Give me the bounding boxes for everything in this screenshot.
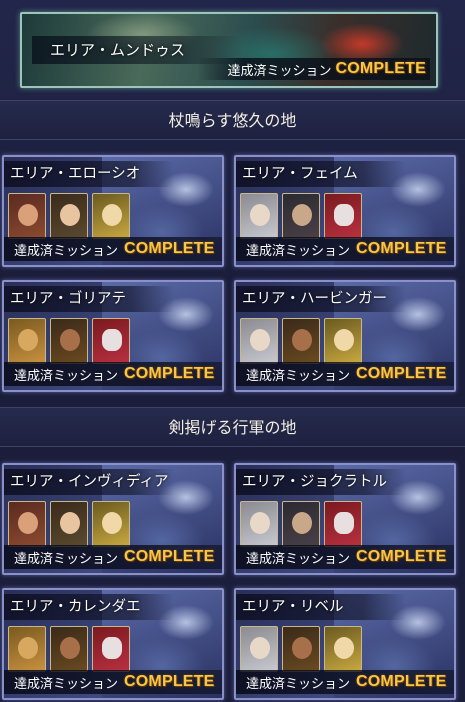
- boss-portrait: [50, 193, 88, 239]
- complete-badge: COMPLETE: [124, 548, 215, 565]
- mission-status-bar: 達成済ミッション COMPLETE: [236, 545, 454, 569]
- boss-portraits: [8, 193, 130, 239]
- boss-portrait: [240, 626, 278, 672]
- area-card-calendae[interactable]: エリア・カレンダエ 達成済ミッション COMPLETE: [2, 588, 224, 700]
- section-title: 杖鳴らす悠久の地: [0, 100, 465, 140]
- complete-badge: COMPLETE: [356, 673, 447, 690]
- boss-portrait: [8, 501, 46, 547]
- area-name: エリア・リベル: [236, 594, 406, 620]
- boss-portraits: [240, 501, 362, 547]
- boss-portrait: [92, 318, 130, 364]
- boss-portrait: [324, 318, 362, 364]
- boss-portraits: [8, 626, 130, 672]
- complete-badge: COMPLETE: [124, 365, 215, 382]
- boss-portrait: [240, 193, 278, 239]
- boss-portrait: [92, 626, 130, 672]
- area-banner-mundus[interactable]: エリア・ムンドゥス 達成済ミッション COMPLETE: [20, 12, 438, 88]
- complete-badge: COMPLETE: [335, 60, 426, 77]
- mission-label: 達成済ミッション: [227, 63, 332, 79]
- boss-portrait: [8, 318, 46, 364]
- area-card-liber[interactable]: エリア・リベル 達成済ミッション COMPLETE: [234, 588, 456, 700]
- area-card-harbinger[interactable]: エリア・ハービンガー 達成済ミッション COMPLETE: [234, 280, 456, 392]
- mission-status-bar: 達成済ミッション COMPLETE: [4, 545, 222, 569]
- mission-status-bar: 達成済ミッション COMPLETE: [4, 670, 222, 694]
- mission-status-bar: 達成済ミッション COMPLETE: [236, 670, 454, 694]
- boss-portrait: [240, 501, 278, 547]
- area-name: エリア・ジョクラトル: [236, 469, 406, 495]
- area-name: エリア・フェイム: [236, 161, 406, 187]
- boss-portrait: [8, 193, 46, 239]
- complete-badge: COMPLETE: [356, 240, 447, 257]
- area-name: エリア・エローシオ: [4, 161, 174, 187]
- boss-portrait: [92, 193, 130, 239]
- area-card-erosio[interactable]: エリア・エローシオ 達成済ミッション COMPLETE: [2, 155, 224, 267]
- boss-portrait: [240, 318, 278, 364]
- mission-label: 達成済ミッション: [14, 368, 119, 384]
- boss-portraits: [8, 501, 130, 547]
- mission-status-bar: 達成済ミッション COMPLETE: [236, 362, 454, 386]
- area-name: エリア・ゴリアテ: [4, 286, 174, 312]
- boss-portrait: [282, 626, 320, 672]
- complete-badge: COMPLETE: [356, 365, 447, 382]
- boss-portrait: [50, 501, 88, 547]
- boss-portraits: [240, 193, 362, 239]
- area-card-invidia[interactable]: エリア・インヴィディア 達成済ミッション COMPLETE: [2, 463, 224, 575]
- mission-label: 達成済ミッション: [246, 676, 351, 692]
- boss-portrait: [324, 501, 362, 547]
- boss-portraits: [8, 318, 130, 364]
- mission-label: 達成済ミッション: [14, 551, 119, 567]
- mission-status-bar: 達成済ミッション COMPLETE: [4, 362, 222, 386]
- mission-label: 達成済ミッション: [14, 243, 119, 259]
- complete-badge: COMPLETE: [124, 673, 215, 690]
- area-name: エリア・カレンダエ: [4, 594, 174, 620]
- boss-portraits: [240, 626, 362, 672]
- mission-status-bar: 達成済ミッション COMPLETE: [4, 237, 222, 261]
- mission-label: 達成済ミッション: [14, 676, 119, 692]
- boss-portrait: [324, 193, 362, 239]
- mission-label: 達成済ミッション: [246, 243, 351, 259]
- mission-label: 達成済ミッション: [246, 551, 351, 567]
- boss-portrait: [8, 626, 46, 672]
- boss-portrait: [50, 626, 88, 672]
- complete-badge: COMPLETE: [124, 240, 215, 257]
- boss-portrait: [92, 501, 130, 547]
- boss-portrait: [282, 318, 320, 364]
- area-card-goliath[interactable]: エリア・ゴリアテ 達成済ミッション COMPLETE: [2, 280, 224, 392]
- mission-status-bar: 達成済ミッション COMPLETE: [197, 58, 430, 80]
- boss-portraits: [240, 318, 362, 364]
- mission-label: 達成済ミッション: [246, 368, 351, 384]
- section-title: 剣掲げる行軍の地: [0, 407, 465, 447]
- boss-portrait: [282, 501, 320, 547]
- boss-portrait: [50, 318, 88, 364]
- area-card-joculator[interactable]: エリア・ジョクラトル 達成済ミッション COMPLETE: [234, 463, 456, 575]
- area-card-fame[interactable]: エリア・フェイム 達成済ミッション COMPLETE: [234, 155, 456, 267]
- area-name: エリア・インヴィディア: [4, 469, 174, 495]
- mission-status-bar: 達成済ミッション COMPLETE: [236, 237, 454, 261]
- area-name: エリア・ハービンガー: [236, 286, 406, 312]
- complete-badge: COMPLETE: [356, 548, 447, 565]
- boss-portrait: [324, 626, 362, 672]
- boss-portrait: [282, 193, 320, 239]
